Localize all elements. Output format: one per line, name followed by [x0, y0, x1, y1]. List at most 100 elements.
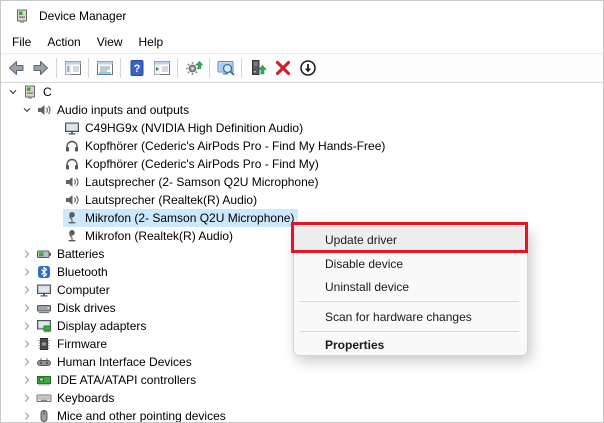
expander-open[interactable]	[19, 102, 35, 118]
chevron-right-icon	[20, 391, 34, 405]
chevron-right-icon	[20, 337, 34, 351]
expander-closed[interactable]	[19, 300, 35, 316]
battery-icon	[36, 246, 52, 262]
tree-item-ide-ata-atapi-controllers[interactable]: IDE ATA/ATAPI controllers	[1, 371, 603, 389]
tree-item-content[interactable]: IDE ATA/ATAPI controllers	[35, 371, 200, 389]
window-title: Device Manager	[39, 9, 127, 23]
tree-item-content[interactable]: Bluetooth	[35, 263, 112, 281]
tree-item-c49hg9x-nvidia-high-definition-audio[interactable]: C49HG9x (NVIDIA High Definition Audio)	[1, 119, 603, 137]
expander-closed[interactable]	[19, 318, 35, 334]
tree-item-content[interactable]: Human Interface Devices	[35, 353, 196, 371]
help-button[interactable]	[125, 56, 148, 80]
forward-arrow-icon	[31, 58, 51, 78]
disable-device-toolbar-button[interactable]	[296, 56, 319, 80]
context-menu: Update driver Disable device Uninstall dev…	[293, 226, 528, 356]
chevron-right-icon	[20, 247, 34, 261]
tree-item-label: Mice and other pointing devices	[57, 409, 226, 422]
tree-item-content[interactable]: Firmware	[35, 335, 111, 353]
disable-circle-icon	[298, 58, 318, 78]
keyboard-icon	[36, 390, 52, 406]
tree-item-content[interactable]: Computer	[35, 281, 114, 299]
expander-closed[interactable]	[19, 336, 35, 352]
tree-item-label: Mikrofon (Realtek(R) Audio)	[85, 229, 234, 243]
uninstall-device-toolbar-button[interactable]	[271, 56, 294, 80]
tree-item-keyboards[interactable]: Keyboards	[1, 389, 603, 407]
tree-item-mikrofon-2-samson-q2u-microphone[interactable]: Mikrofon (2- Samson Q2U Microphone)	[1, 209, 603, 227]
update-driver-toolbar-button[interactable]	[182, 56, 205, 80]
tree-item-label: Disk drives	[57, 301, 116, 315]
tree-item-label: Bluetooth	[57, 265, 108, 279]
toolbar-separator	[209, 58, 210, 78]
audio-device-icon	[36, 102, 52, 118]
disk-drive-icon	[36, 300, 52, 316]
menu-action[interactable]: Action	[39, 33, 88, 51]
expander-closed[interactable]	[19, 390, 35, 406]
show-console-tree-button[interactable]	[61, 56, 84, 80]
headphones-icon	[64, 156, 80, 172]
tree-item-content[interactable]: Kopfhörer (Cederic's AirPods Pro - Find …	[63, 155, 323, 173]
headphones-icon	[64, 138, 80, 154]
tree-item-content[interactable]: C	[21, 83, 56, 101]
tree-item-content[interactable]: Display adapters	[35, 317, 150, 335]
speaker-icon	[64, 174, 80, 190]
tree-item-content[interactable]: C49HG9x (NVIDIA High Definition Audio)	[63, 119, 307, 137]
tree-item-lautsprecher-realtek-r-audio[interactable]: Lautsprecher (Realtek(R) Audio)	[1, 191, 603, 209]
chevron-down-icon	[6, 85, 20, 99]
back-button[interactable]	[4, 56, 27, 80]
tree-item-content[interactable]: Mikrofon (Realtek(R) Audio)	[63, 227, 237, 245]
device-manager-icon	[14, 8, 30, 24]
scan-hardware-button[interactable]	[214, 56, 237, 80]
mouse-icon	[36, 408, 52, 422]
tree-item-mice-and-other-pointing-devices[interactable]: Mice and other pointing devices	[1, 407, 603, 422]
tree-item-content[interactable]: Kopfhörer (Cederic's AirPods Pro - Find …	[63, 137, 389, 155]
uninstall-x-icon	[273, 58, 293, 78]
expander-closed[interactable]	[19, 354, 35, 370]
menu-help[interactable]: Help	[131, 33, 172, 51]
expander-open[interactable]	[5, 84, 21, 100]
expander-closed[interactable]	[19, 282, 35, 298]
tree-item-content[interactable]: Audio inputs and outputs	[35, 101, 193, 119]
tree-item-label: Display adapters	[57, 319, 147, 333]
tree-item-kopfh-rer-cederic-s-airpods-pro-find-my[interactable]: Kopfhörer (Cederic's AirPods Pro - Find …	[1, 155, 603, 173]
title-bar: Device Manager	[1, 1, 603, 31]
properties-button[interactable]	[93, 56, 116, 80]
tree-item-content[interactable]: Lautsprecher (2- Samson Q2U Microphone)	[63, 173, 322, 191]
context-menu-item-disable-device[interactable]: Disable device	[294, 252, 527, 275]
speaker-icon	[64, 192, 80, 208]
ide-controller-icon	[36, 372, 52, 388]
display-adapter-icon	[36, 318, 52, 334]
tree-item-label: C49HG9x (NVIDIA High Definition Audio)	[85, 121, 304, 135]
tree-item-content[interactable]: Mikrofon (2- Samson Q2U Microphone)	[63, 209, 299, 227]
toolbar-separator	[56, 58, 57, 78]
tree-item-kopfh-rer-cederic-s-airpods-pro-find-my-hands-free[interactable]: Kopfhörer (Cederic's AirPods Pro - Find …	[1, 137, 603, 155]
context-menu-item-uninstall-device[interactable]: Uninstall device	[294, 275, 527, 298]
tree-item-content[interactable]: Batteries	[35, 245, 108, 263]
toolbar-separator	[120, 58, 121, 78]
expander-closed[interactable]	[19, 246, 35, 262]
context-menu-item-scan-for-hardware-changes[interactable]: Scan for hardware changes	[294, 305, 527, 328]
tree-item-audio-inputs-and-outputs[interactable]: Audio inputs and outputs	[1, 101, 603, 119]
context-menu-item-update-driver[interactable]: Update driver	[294, 227, 527, 252]
expander-closed[interactable]	[19, 372, 35, 388]
menu-bar: File Action View Help	[1, 31, 603, 53]
tree-item-label: C	[43, 85, 52, 99]
action-pane-button[interactable]	[150, 56, 173, 80]
expander-closed[interactable]	[19, 264, 35, 280]
tree-item-content[interactable]: Lautsprecher (Realtek(R) Audio)	[63, 191, 261, 209]
expander-closed[interactable]	[19, 408, 35, 422]
monitor-icon	[64, 120, 80, 136]
tree-item-content[interactable]: Mice and other pointing devices	[35, 407, 230, 422]
forward-button[interactable]	[29, 56, 52, 80]
tree-item-lautsprecher-2-samson-q2u-microphone[interactable]: Lautsprecher (2- Samson Q2U Microphone)	[1, 173, 603, 191]
menu-file[interactable]: File	[4, 33, 39, 51]
menu-view[interactable]: View	[89, 33, 131, 51]
device-manager-icon	[22, 84, 38, 100]
context-menu-item-properties[interactable]: Properties	[294, 335, 527, 355]
tree-item-content[interactable]: Disk drives	[35, 299, 120, 317]
hid-icon	[36, 354, 52, 370]
update-device-driver-button[interactable]	[246, 56, 269, 80]
tree-item-content[interactable]: Keyboards	[35, 389, 118, 407]
tree-item-label: IDE ATA/ATAPI controllers	[57, 373, 197, 387]
chevron-right-icon	[20, 355, 34, 369]
tree-item-c[interactable]: C	[1, 83, 603, 101]
